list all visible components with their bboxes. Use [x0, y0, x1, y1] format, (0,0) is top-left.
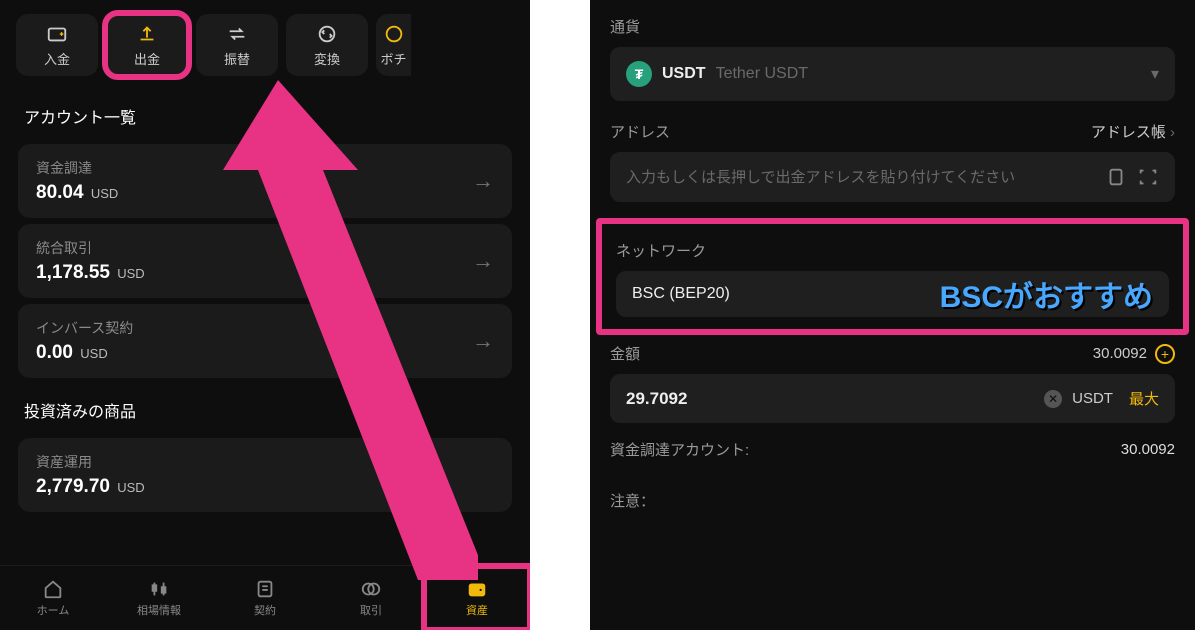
candlestick-icon [148, 578, 170, 600]
token-name: Tether USDT [716, 65, 808, 83]
withdraw-action[interactable]: 出金 [106, 14, 188, 76]
account-row-funding[interactable]: 資金調達 80.04 USD → [18, 144, 512, 218]
chevron-right-icon: → [472, 168, 494, 194]
swap-icon [226, 23, 248, 45]
note-label: 注意： [610, 490, 1175, 511]
funding-account-label: 資金調達アカウント: [610, 439, 749, 460]
home-icon [42, 578, 64, 600]
address-placeholder: 入力もしくは長押しで出金アドレスを貼り付けてください [626, 167, 1095, 188]
invested-value: 2,779.70 [36, 476, 110, 497]
amount-max-button[interactable]: 最大 [1129, 388, 1159, 409]
tab-label: 契約 [254, 602, 276, 618]
invested-label: 資産運用 [36, 452, 145, 472]
network-value: BSC (BEP20) [632, 285, 730, 303]
tab-label: 資産 [466, 602, 488, 618]
tab-markets[interactable]: 相場情報 [106, 566, 212, 630]
tab-contracts[interactable]: 契約 [212, 566, 318, 630]
amount-value: 29.7092 [626, 389, 687, 409]
paste-icon[interactable] [1105, 166, 1127, 188]
tab-label: ホーム [37, 602, 70, 618]
convert-icon [316, 23, 338, 45]
tab-label: 取引 [360, 602, 382, 618]
amount-available: 30.0092 [1093, 345, 1147, 362]
invested-currency: USD [117, 480, 144, 495]
chevron-right-icon: › [1170, 124, 1175, 141]
upload-icon [136, 23, 158, 45]
transfer-label: 振替 [224, 49, 250, 68]
invested-row[interactable]: 資産運用 2,779.70 USD [18, 438, 512, 512]
account-currency: USD [91, 186, 118, 201]
account-currency: USD [80, 346, 107, 361]
address-label: アドレス [610, 121, 670, 142]
tab-label: 相場情報 [137, 602, 181, 618]
account-currency: USD [117, 266, 144, 281]
convert-action[interactable]: 変換 [286, 14, 368, 76]
account-label: 統合取引 [36, 238, 145, 258]
rings-icon [360, 578, 382, 600]
scan-icon[interactable] [1137, 166, 1159, 188]
accounts-heading: アカウント一覧 [0, 90, 530, 138]
amount-label: 金額 [610, 343, 640, 364]
network-label: ネットワーク [616, 240, 1169, 261]
tab-home[interactable]: ホーム [0, 566, 106, 630]
address-input[interactable]: 入力もしくは長押しで出金アドレスを貼り付けてください [610, 152, 1175, 202]
invested-heading: 投資済みの商品 [0, 384, 530, 432]
voucher-action[interactable]: ボチ [376, 14, 411, 76]
annotation-callout: BSCがおすすめ [940, 272, 1153, 316]
deposit-label: 入金 [44, 49, 70, 68]
gift-icon [383, 23, 405, 45]
account-label: 資金調達 [36, 158, 118, 178]
convert-label: 変換 [314, 49, 340, 68]
network-section-highlight: ネットワーク BSC (BEP20) BSCがおすすめ [596, 218, 1189, 335]
caret-down-icon: ▾ [1151, 64, 1159, 84]
wallet-plus-icon [46, 23, 68, 45]
assets-screen: 入金 出金 振替 変換 ボチ アカウント一覧 資金調達 80.04 USD → … [0, 0, 530, 630]
account-row-unified[interactable]: 統合取引 1,178.55 USD → [18, 224, 512, 298]
account-row-inverse[interactable]: インバース契約 0.00 USD → [18, 304, 512, 378]
deposit-action[interactable]: 入金 [16, 14, 98, 76]
clear-icon[interactable]: ✕ [1044, 390, 1062, 408]
tab-trade[interactable]: 取引 [318, 566, 424, 630]
quick-actions-row: 入金 出金 振替 変換 ボチ [0, 0, 530, 90]
amount-unit: USDT [1072, 390, 1113, 407]
wallet-icon [466, 578, 488, 600]
token-symbol: USDT [662, 65, 706, 83]
account-label: インバース契約 [36, 318, 133, 338]
account-value: 0.00 [36, 342, 73, 363]
chevron-right-icon: → [472, 328, 494, 354]
chevron-right-icon: → [472, 248, 494, 274]
currency-select[interactable]: ₮ USDT Tether USDT ▾ [610, 47, 1175, 101]
tab-assets[interactable]: 資産 [424, 566, 530, 630]
funding-account-value: 30.0092 [1121, 441, 1175, 458]
usdt-icon: ₮ [626, 61, 652, 87]
account-value: 1,178.55 [36, 262, 110, 283]
transfer-action[interactable]: 振替 [196, 14, 278, 76]
withdraw-label: 出金 [134, 49, 160, 68]
document-icon [254, 578, 276, 600]
add-amount-icon[interactable]: + [1155, 344, 1175, 364]
withdraw-screen: 通貨 ₮ USDT Tether USDT ▾ アドレス アドレス帳 › 入力も… [590, 0, 1195, 630]
bottom-tabbar: ホーム 相場情報 契約 取引 資産 [0, 565, 530, 630]
address-book-link[interactable]: アドレス帳 › [1091, 121, 1175, 142]
currency-label: 通貨 [610, 16, 1175, 37]
account-value: 80.04 [36, 182, 84, 203]
amount-input[interactable]: 29.7092 ✕ USDT 最大 [610, 374, 1175, 423]
voucher-label: ボチ [380, 49, 406, 68]
